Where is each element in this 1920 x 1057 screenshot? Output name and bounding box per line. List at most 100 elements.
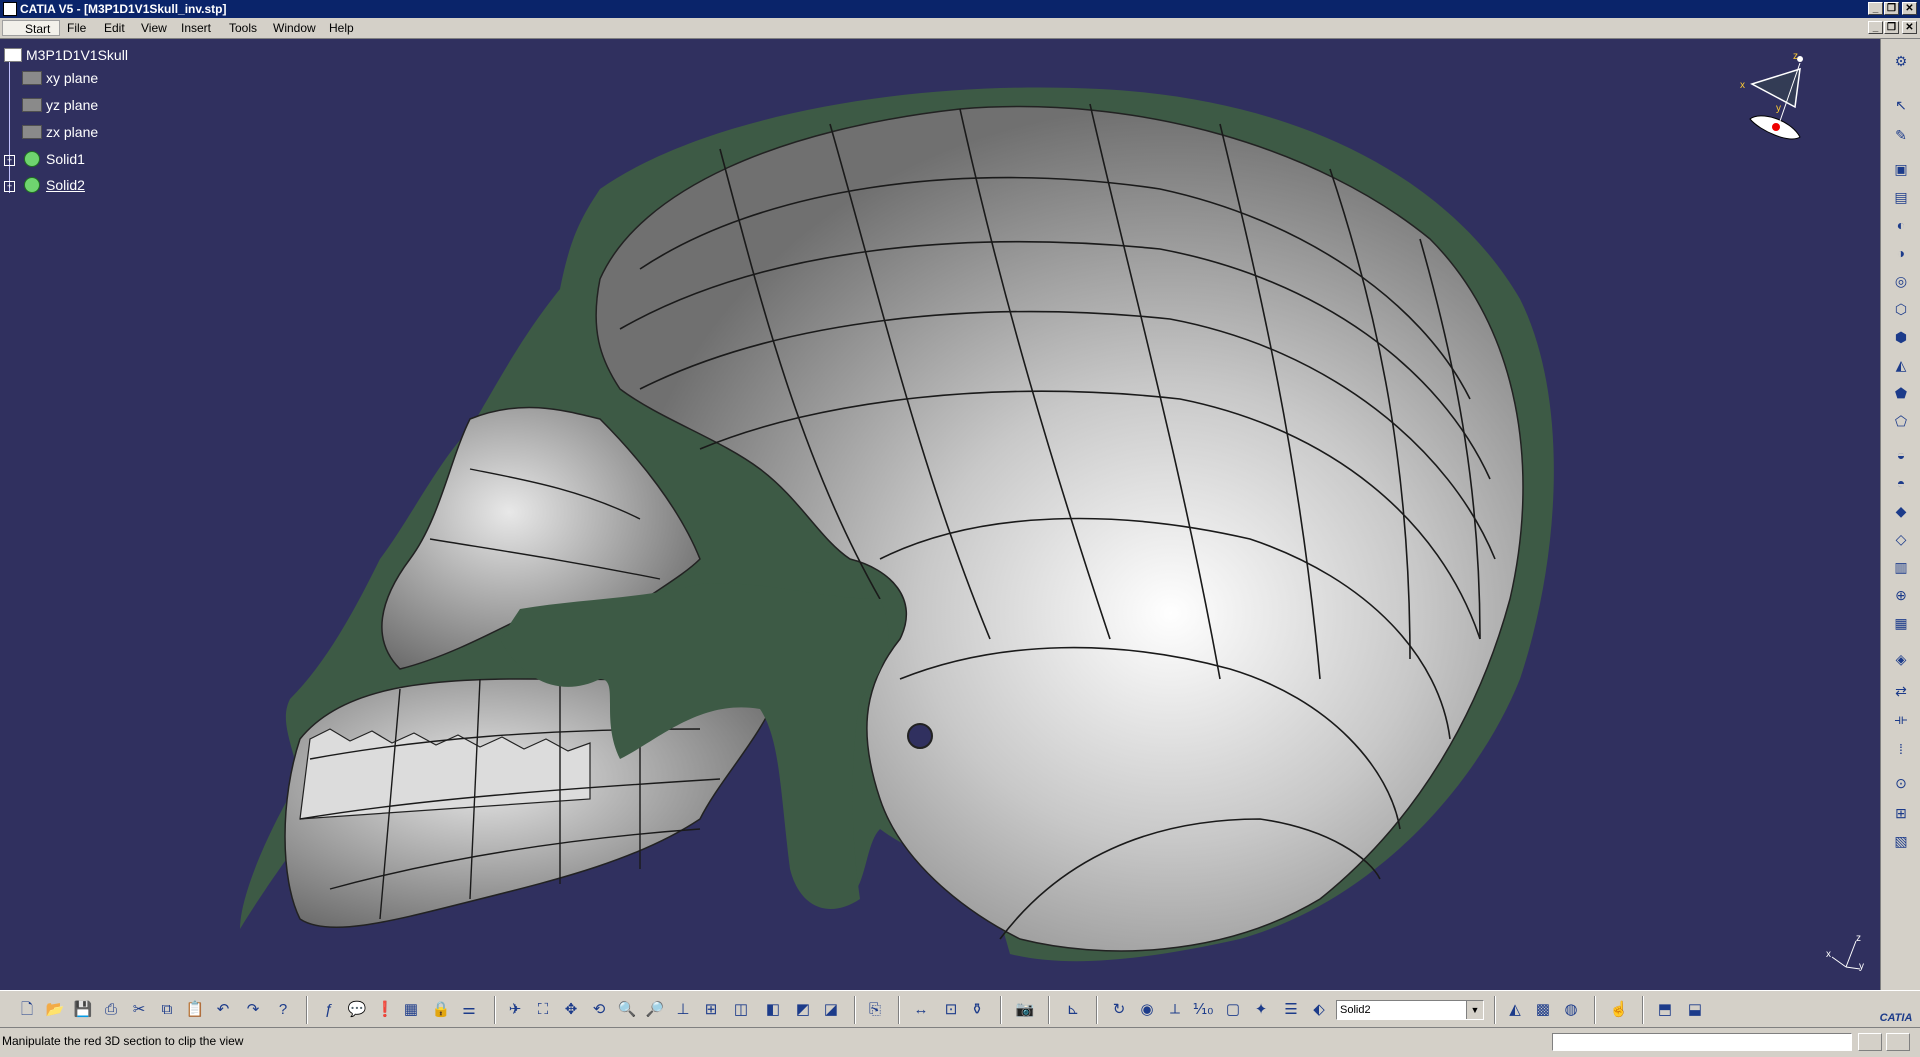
expand-icon[interactable]: + xyxy=(4,181,15,192)
groove-icon[interactable]: ◑ xyxy=(1891,243,1911,263)
paste-icon[interactable]: 📋 xyxy=(184,1000,206,1020)
doc-minimize-button[interactable]: _ xyxy=(1868,21,1883,34)
shell-icon[interactable]: ◇ xyxy=(1891,529,1911,549)
cut-icon[interactable]: ✂ xyxy=(128,1000,150,1020)
compass-widget[interactable]: z x y xyxy=(1740,49,1820,159)
menu-help[interactable]: Help xyxy=(326,20,357,36)
axis-icon[interactable]: ⟂ xyxy=(1164,1000,1186,1020)
mirror-icon[interactable]: ⟛ xyxy=(1891,709,1911,729)
doc-restore-button[interactable]: ❐ xyxy=(1884,21,1899,34)
pad-icon[interactable]: ▣ xyxy=(1891,159,1911,179)
skull-model[interactable] xyxy=(0,39,1880,990)
constraint-icon[interactable]: ⊙ xyxy=(1891,773,1911,793)
sketcher-icon[interactable]: ✎ xyxy=(1891,125,1911,145)
whats-this-icon[interactable]: ? xyxy=(272,1000,294,1020)
body-selector[interactable]: Solid2 ▼ xyxy=(1336,1000,1484,1020)
fillet-icon[interactable]: ◒ xyxy=(1891,445,1911,465)
knowledge-icon[interactable]: ❗ xyxy=(374,1000,396,1020)
catalog-icon[interactable]: ⎘ xyxy=(864,1000,886,1020)
menu-tools[interactable]: Tools xyxy=(226,20,260,36)
sketch-plane-icon[interactable]: ⬒ xyxy=(1654,1000,1676,1020)
menu-view[interactable]: View xyxy=(138,20,170,36)
thickness-icon[interactable]: ▥ xyxy=(1891,557,1911,577)
chamfer-icon[interactable]: ◓ xyxy=(1891,473,1911,493)
manual-update-icon[interactable]: ◉ xyxy=(1136,1000,1158,1020)
status-button-1[interactable] xyxy=(1858,1033,1882,1051)
pocket-icon[interactable]: ▤ xyxy=(1891,187,1911,207)
render-icon[interactable]: ◍ xyxy=(1560,1000,1582,1020)
measure-between-icon[interactable]: ↔ xyxy=(910,1000,932,1020)
loft-icon[interactable]: ⬟ xyxy=(1891,383,1911,403)
map-icon[interactable]: ▩ xyxy=(1532,1000,1554,1020)
parameters-icon[interactable]: ⚌ xyxy=(458,1000,480,1020)
lock-icon[interactable]: 🔒 xyxy=(430,1000,452,1020)
undo-icon[interactable]: ↶ xyxy=(212,1000,234,1020)
analysis-icon[interactable]: ▧ xyxy=(1891,831,1911,851)
body-icon[interactable]: ▢ xyxy=(1222,1000,1244,1020)
select-arrow-icon[interactable]: ↖ xyxy=(1891,95,1911,115)
redo-icon[interactable]: ↷ xyxy=(242,1000,264,1020)
swap-space-icon[interactable]: ◪ xyxy=(820,1000,842,1020)
layers-icon[interactable]: ☰ xyxy=(1280,1000,1302,1020)
menu-insert[interactable]: Insert xyxy=(178,20,214,36)
menu-window[interactable]: Window xyxy=(270,20,319,36)
menu-edit[interactable]: Edit xyxy=(101,20,128,36)
shading-icon[interactable]: ◧ xyxy=(762,1000,784,1020)
rib-icon[interactable]: ⬡ xyxy=(1891,299,1911,319)
comment-icon[interactable]: 💬 xyxy=(346,1000,368,1020)
stiffener-icon[interactable]: ◭ xyxy=(1891,355,1911,375)
remove-loft-icon[interactable]: ⬠ xyxy=(1891,411,1911,431)
wireframe-icon[interactable]: ⬓ xyxy=(1684,1000,1706,1020)
split-icon[interactable]: ▦ xyxy=(1891,613,1911,633)
rotate-icon[interactable]: ⟲ xyxy=(588,1000,610,1020)
gear-icon[interactable]: ⚙ xyxy=(1891,51,1911,71)
copy-icon[interactable]: ⧉ xyxy=(156,1000,178,1020)
capture-icon[interactable]: 📷 xyxy=(1014,1000,1036,1020)
open-folder-icon[interactable]: 📂 xyxy=(44,1000,66,1020)
thread-icon[interactable]: ⊕ xyxy=(1891,585,1911,605)
minimize-button[interactable]: _ xyxy=(1868,2,1883,15)
close-button[interactable]: ✕ xyxy=(1902,2,1917,15)
snap-icon[interactable]: ✦ xyxy=(1250,1000,1272,1020)
restore-button[interactable]: ❐ xyxy=(1884,2,1899,15)
hand-icon[interactable]: ☝ xyxy=(1608,1000,1630,1020)
status-button-2[interactable] xyxy=(1886,1033,1910,1051)
formula-icon[interactable]: ƒ xyxy=(318,1000,340,1020)
define-work-object-icon[interactable]: ⬖ xyxy=(1308,1000,1330,1020)
doc-close-button[interactable]: ✕ xyxy=(1902,21,1917,34)
chevron-down-icon[interactable]: ▼ xyxy=(1466,1001,1483,1019)
scale-icon[interactable]: ⅒ xyxy=(1192,1000,1214,1020)
catia-app-icon[interactable] xyxy=(3,2,17,16)
3d-viewport[interactable]: M3P1D1V1Skull xy plane yz plane zx plane… xyxy=(0,39,1880,990)
shaft-icon[interactable]: ◐ xyxy=(1891,215,1911,235)
fly-mode-icon[interactable]: ✈ xyxy=(504,1000,526,1020)
pan-icon[interactable]: ✥ xyxy=(560,1000,582,1020)
expand-icon[interactable]: + xyxy=(4,155,15,166)
boolean-icon[interactable]: ◈ xyxy=(1891,649,1911,669)
iso-view-icon[interactable]: ◫ xyxy=(730,1000,752,1020)
command-input[interactable] xyxy=(1552,1033,1852,1051)
new-file-icon[interactable]: 🗋 xyxy=(16,1000,38,1020)
translate-icon[interactable]: ⇄ xyxy=(1891,681,1911,701)
table-icon[interactable]: ▦ xyxy=(400,1000,422,1020)
measure-item-icon[interactable]: ⊡ xyxy=(940,1000,962,1020)
menu-file[interactable]: File xyxy=(64,20,89,36)
hole-icon[interactable]: ◎ xyxy=(1891,271,1911,291)
normal-view-icon[interactable]: ⊥ xyxy=(672,1000,694,1020)
hide-show-icon[interactable]: ◩ xyxy=(792,1000,814,1020)
update-icon[interactable]: ↻ xyxy=(1108,1000,1130,1020)
print-icon[interactable]: ⎙ xyxy=(100,1000,122,1020)
axis-system-icon[interactable]: ⊾ xyxy=(1062,1000,1084,1020)
multi-view-icon[interactable]: ⊞ xyxy=(700,1000,722,1020)
menu-start[interactable]: Start xyxy=(2,20,60,36)
apply-material-icon[interactable]: ◭ xyxy=(1504,1000,1526,1020)
draft-icon[interactable]: ◆ xyxy=(1891,501,1911,521)
save-icon[interactable]: 💾 xyxy=(72,1000,94,1020)
measure-icon[interactable]: ⊞ xyxy=(1891,803,1911,823)
zoom-in-icon[interactable]: 🔍 xyxy=(616,1000,638,1020)
zoom-out-icon[interactable]: 🔎 xyxy=(644,1000,666,1020)
fit-all-icon[interactable]: ⛶ xyxy=(532,1000,554,1020)
slot-icon[interactable]: ⬢ xyxy=(1891,327,1911,347)
pattern-icon[interactable]: ⁞ xyxy=(1891,739,1911,759)
measure-inertia-icon[interactable]: ⚱ xyxy=(966,1000,988,1020)
